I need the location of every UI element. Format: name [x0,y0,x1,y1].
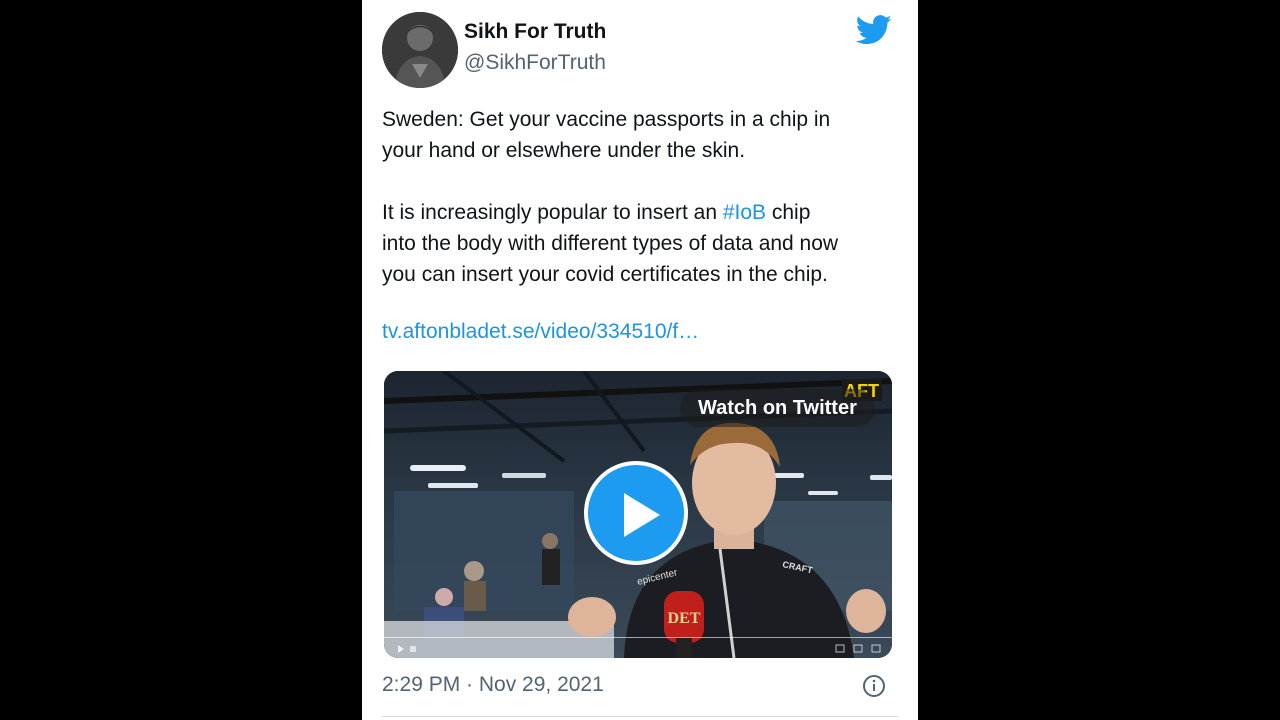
tweet-text-segment: It is increasingly popular to insert an [382,201,723,224]
volume-icon [410,646,416,652]
tweet-text-line: your hand or elsewhere under the skin. [382,139,746,162]
tweet-text-line: It is increasingly popular to insert an … [382,197,902,228]
tweet-text-line: Sweden: Get your vaccine passports in a … [382,108,831,131]
mic-logo-text: DET [668,610,701,627]
twitter-bird-icon[interactable] [855,14,892,46]
info-icon[interactable] [862,674,886,698]
tweet-text-line: you can insert your covid certificates i… [382,263,828,286]
watch-on-twitter-button[interactable]: Watch on Twitter [680,389,875,427]
video-player[interactable]: DET epicenter CRAFT AFT Watch on Twitter [384,371,892,658]
play-button[interactable] [584,461,688,565]
tweet-timestamp[interactable]: 2:29 PM · Nov 29, 2021 [382,673,604,697]
tweet-text-line: into the body with different types of da… [382,232,839,255]
play-icon [624,493,660,537]
tweet-card: Sikh For Truth @SikhForTruth Sweden: Get… [362,0,918,720]
author-handle[interactable]: @SikhForTruth [464,51,606,75]
avatar[interactable] [382,12,458,88]
author-display-name[interactable]: Sikh For Truth [464,20,606,44]
tweet-body: Sweden: Get your vaccine passports in a … [382,104,902,290]
hashtag-link[interactable]: #IoB [723,201,766,224]
divider [382,716,898,717]
tweet-text-segment: chip [766,201,811,224]
tweet-url-link[interactable]: tv.aftonbladet.se/video/334510/f… [382,320,699,344]
